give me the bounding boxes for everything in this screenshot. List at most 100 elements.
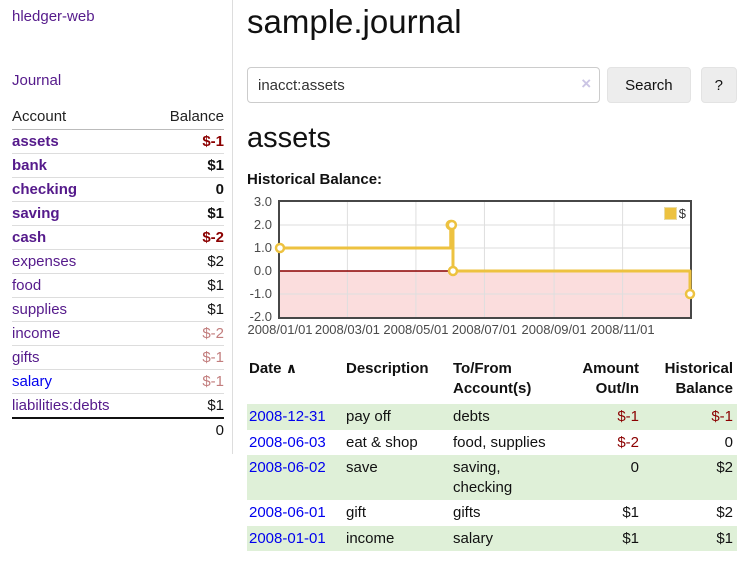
accounts-header-row: Account Balance — [12, 105, 224, 130]
register-balance: $2 — [643, 500, 737, 526]
account-row: income $-2 — [12, 322, 224, 346]
register-row[interactable]: 2008-06-02savesaving, checking0$2 — [247, 455, 737, 500]
register-header-row: Date ∧ Description To/From Account(s) Am… — [247, 357, 737, 404]
account-row: bank $1 — [12, 154, 224, 178]
account-link-liabilities-debts[interactable]: liabilities:debts — [12, 397, 110, 414]
account-link-bank[interactable]: bank — [12, 157, 47, 174]
account-balance: $-1 — [148, 346, 224, 370]
chart-title: Historical Balance: — [247, 171, 737, 188]
chart-plot-area: $ — [278, 200, 692, 319]
x-tick-label: 2008/05/01 — [383, 322, 448, 337]
account-link-expenses[interactable]: expenses — [12, 253, 76, 270]
chart-x-axis: 2008/01/012008/03/012008/05/012008/07/01… — [278, 319, 688, 339]
account-balance: $-1 — [148, 370, 224, 394]
register-date-link[interactable]: 2008-12-31 — [249, 408, 326, 425]
register-row[interactable]: 2008-12-31pay offdebts$-1$-1 — [247, 404, 737, 430]
register-date-link[interactable]: 2008-06-03 — [249, 434, 326, 451]
register-header-accounts: To/From Account(s) — [451, 357, 563, 404]
register-date-link[interactable]: 2008-06-01 — [249, 504, 326, 521]
account-balance: $1 — [148, 202, 224, 226]
register-description: gift — [344, 500, 451, 526]
register-amount: 0 — [563, 455, 643, 500]
account-balance: $1 — [148, 394, 224, 419]
register-header-balance: Historical Balance — [643, 357, 737, 404]
account-balance: $-1 — [148, 130, 224, 154]
register-header-date[interactable]: Date ∧ — [247, 357, 344, 404]
register-date-link[interactable]: 2008-01-01 — [249, 530, 326, 547]
account-row: salary $-1 — [12, 370, 224, 394]
account-link-supplies[interactable]: supplies — [12, 301, 67, 318]
register-accounts: debts — [451, 404, 563, 430]
account-row: assets $-1 — [12, 130, 224, 154]
sidebar-item-journal[interactable]: Journal — [12, 72, 61, 89]
register-date-link[interactable]: 2008-06-02 — [249, 459, 326, 476]
page-title: sample.journal — [247, 3, 737, 41]
search-button[interactable]: Search — [607, 67, 691, 103]
x-tick-label: 2008/03/01 — [315, 322, 380, 337]
accounts-total-value: 0 — [148, 418, 224, 442]
register-amount: $1 — [563, 526, 643, 552]
search-form: × Search ? — [247, 67, 737, 103]
account-heading: assets — [247, 122, 737, 155]
register-balance: 0 — [643, 430, 737, 456]
account-link-cash[interactable]: cash — [12, 229, 46, 246]
accounts-table: Account Balance assets $-1 bank $1 checking 0… — [12, 105, 224, 442]
register-row[interactable]: 2008-06-01 giftgifts$1$2 — [247, 500, 737, 526]
y-tick-label: 2.0 — [254, 217, 272, 232]
sidebar: hledger-web Journal Account Balance asse… — [0, 0, 233, 454]
register-header-amount: Amount Out/In — [563, 357, 643, 404]
y-tick-label: 1.0 — [254, 240, 272, 255]
search-input[interactable] — [247, 67, 600, 103]
account-balance: $1 — [148, 298, 224, 322]
sort-asc-icon: ∧ — [286, 360, 297, 376]
x-tick-label: 2008/11/01 — [591, 322, 655, 337]
account-row: expenses $2 — [12, 250, 224, 274]
y-tick-label: -1.0 — [250, 286, 272, 301]
account-link-saving[interactable]: saving — [12, 205, 60, 222]
register-header-description: Description — [344, 357, 451, 404]
main-content: sample.journal × Search ? assets Histori… — [247, 0, 742, 551]
y-tick-label: 0.0 — [254, 263, 272, 278]
register-description: eat & shop — [344, 430, 451, 456]
account-balance: $-2 — [148, 322, 224, 346]
register-row[interactable]: 2008-01-01incomesalary$1$1 — [247, 526, 737, 552]
register-amount: $-1 — [563, 404, 643, 430]
register-description: save — [344, 455, 451, 500]
account-link-salary[interactable]: salary — [12, 373, 52, 390]
account-row: liabilities:debts $1 — [12, 394, 224, 419]
historical-balance-chart: 3.02.01.00.0-1.0-2.0 $ 2008/01/012008/03… — [247, 200, 737, 341]
register-balance: $1 — [643, 526, 737, 552]
legend-swatch-icon — [664, 207, 677, 220]
accounts-header-balance: Balance — [148, 105, 224, 130]
account-row: saving $1 — [12, 202, 224, 226]
account-balance: $-2 — [148, 226, 224, 250]
x-tick-label: 2008/09/01 — [522, 322, 587, 337]
register-amount: $1 — [563, 500, 643, 526]
register-amount: $-2 — [563, 430, 643, 456]
register-accounts: saving, checking — [451, 455, 563, 500]
account-row: gifts $-1 — [12, 346, 224, 370]
account-link-checking[interactable]: checking — [12, 181, 77, 198]
account-balance: 0 — [148, 178, 224, 202]
app-title[interactable]: hledger-web — [12, 8, 224, 25]
register-balance: $-1 — [643, 404, 737, 430]
account-link-gifts[interactable]: gifts — [12, 349, 40, 366]
clear-search-icon[interactable]: × — [581, 74, 591, 94]
register-table: Date ∧ Description To/From Account(s) Am… — [247, 357, 737, 551]
search-wrap: × — [247, 67, 600, 103]
register-accounts: salary — [451, 526, 563, 552]
account-row: cash $-2 — [12, 226, 224, 250]
account-row: checking 0 — [12, 178, 224, 202]
accounts-header-account: Account — [12, 105, 148, 130]
register-description: income — [344, 526, 451, 552]
account-link-food[interactable]: food — [12, 277, 41, 294]
help-button[interactable]: ? — [701, 67, 737, 103]
account-link-income[interactable]: income — [12, 325, 60, 342]
register-accounts: food, supplies — [451, 430, 563, 456]
account-link-assets[interactable]: assets — [12, 133, 59, 150]
register-accounts: gifts — [451, 500, 563, 526]
account-balance: $1 — [148, 154, 224, 178]
register-row[interactable]: 2008-06-03 eat & shopfood, supplies$-20 — [247, 430, 737, 456]
legend-label: $ — [679, 206, 686, 221]
account-balance: $2 — [148, 250, 224, 274]
